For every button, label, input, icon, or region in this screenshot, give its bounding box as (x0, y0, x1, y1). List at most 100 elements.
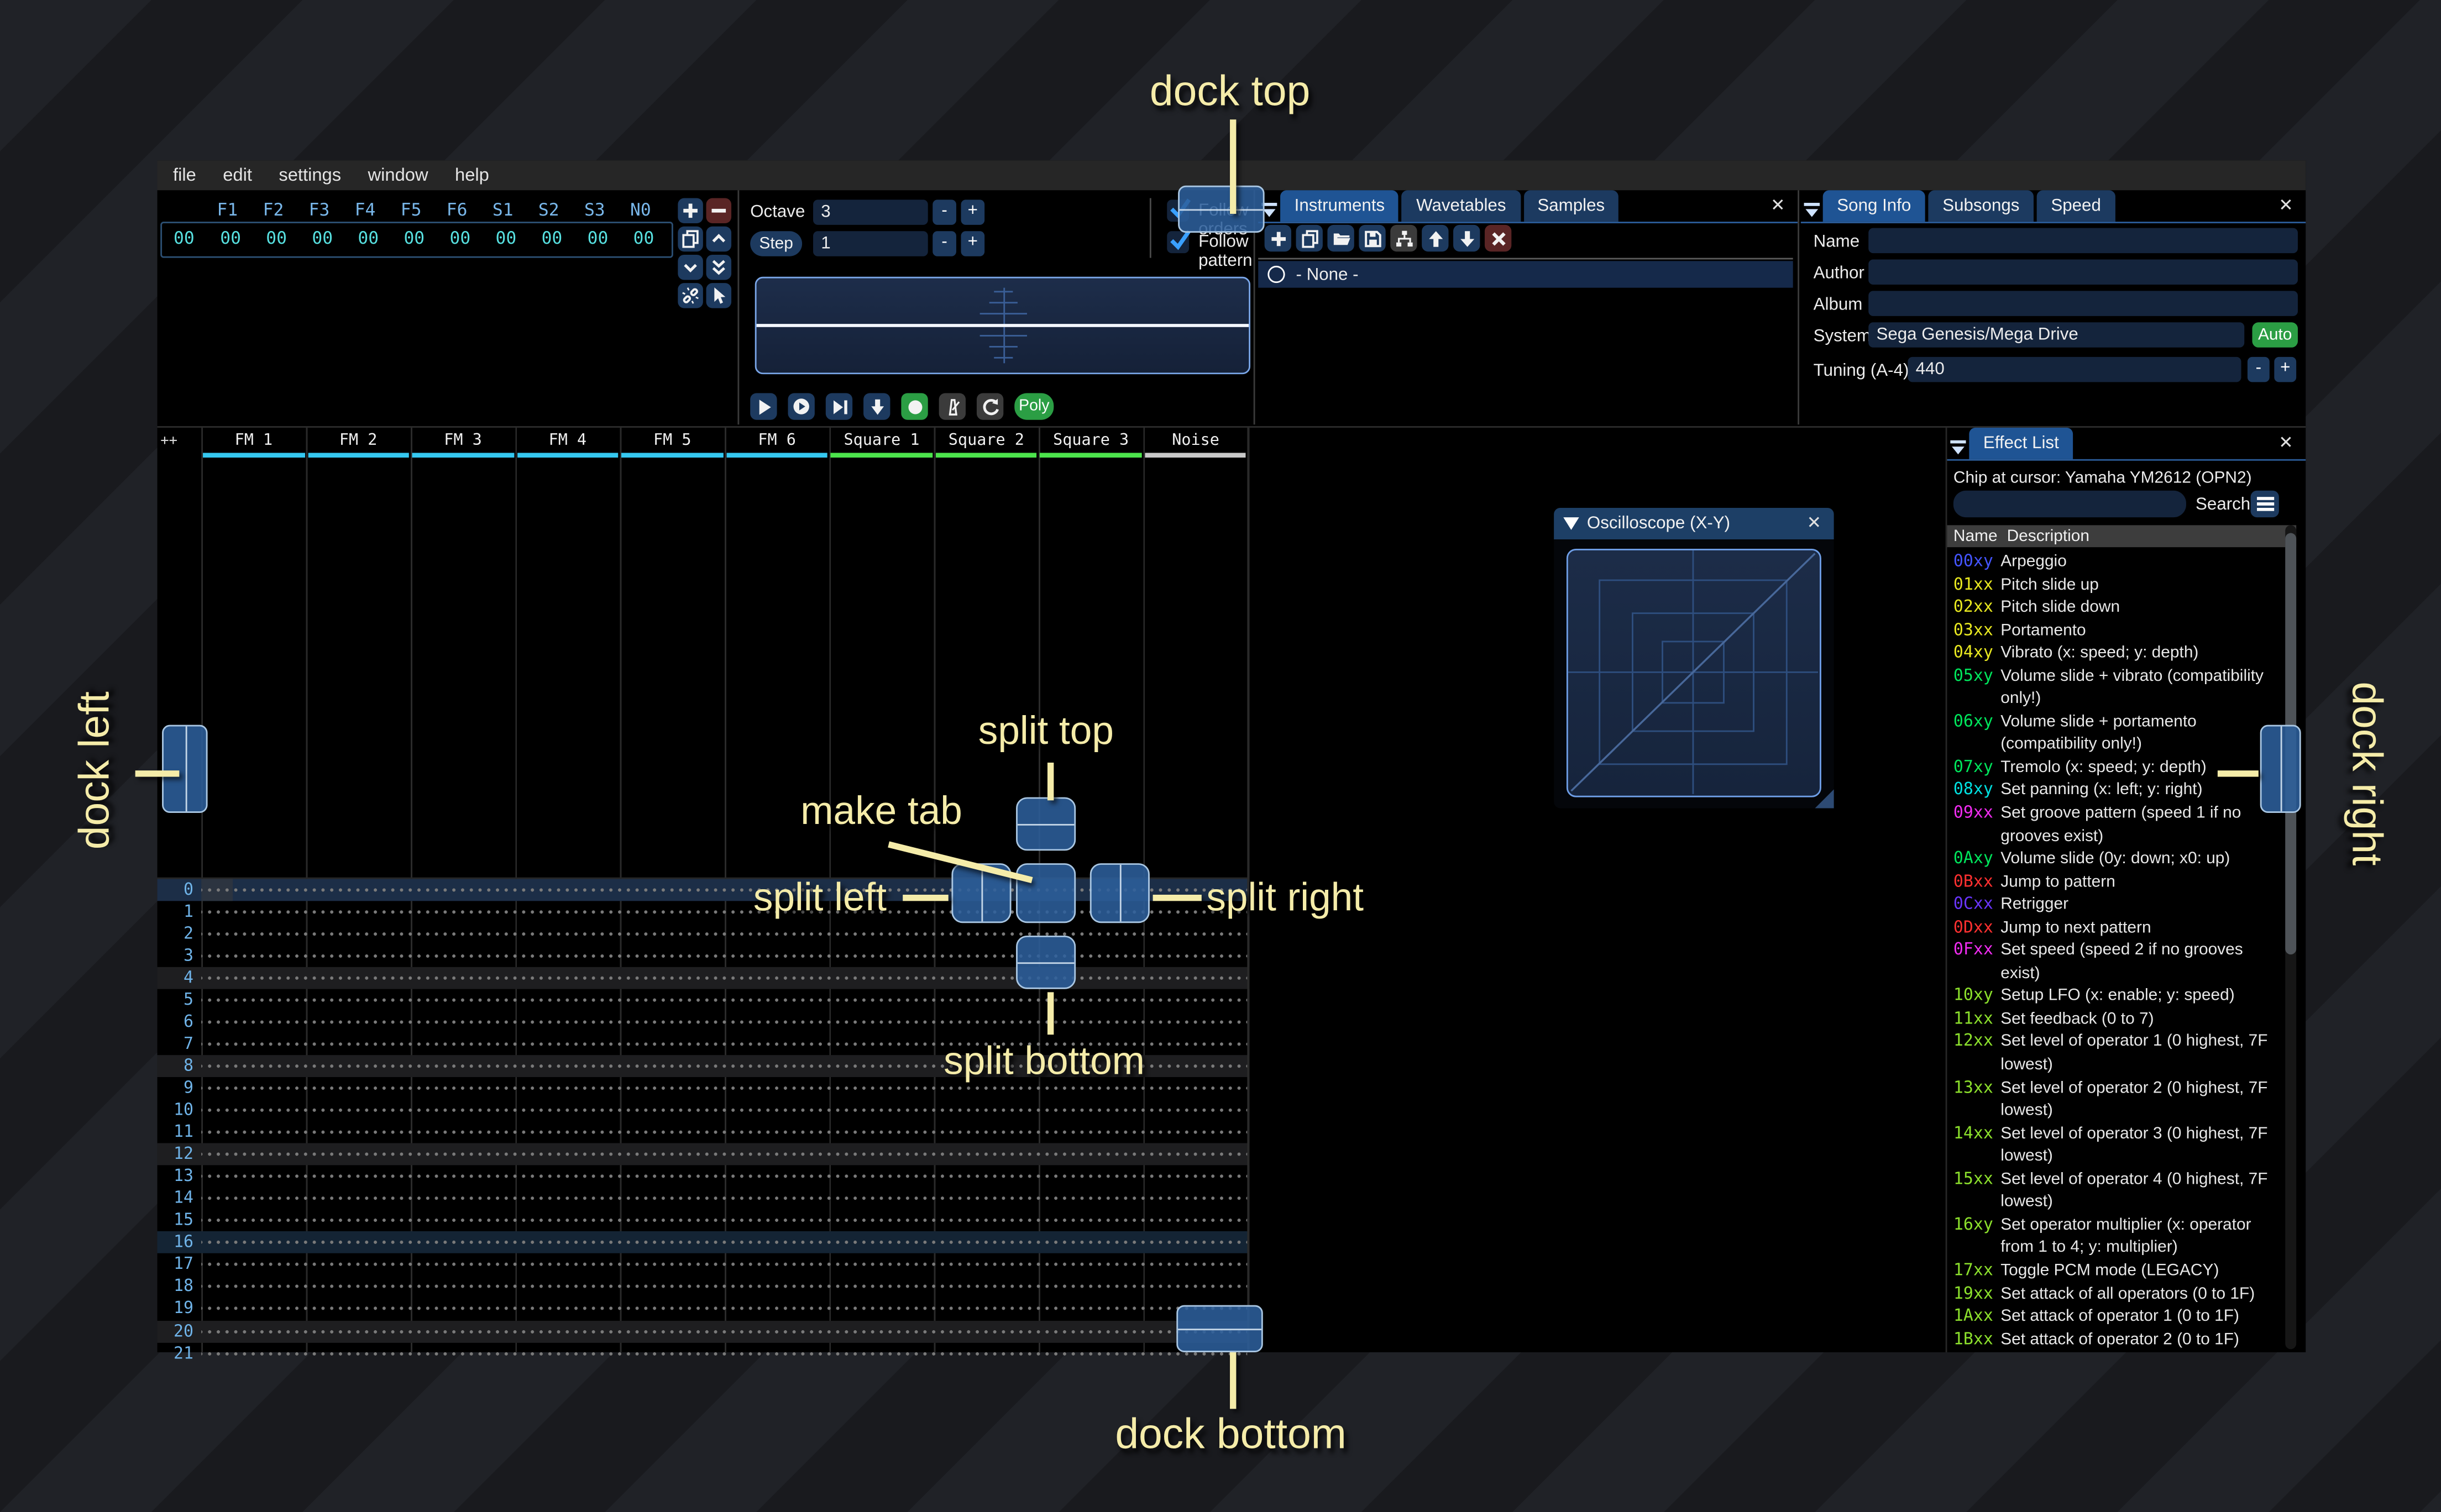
order-column-F5[interactable]: F5 (388, 200, 434, 220)
instrument-list-item[interactable]: - None - (1258, 261, 1793, 288)
channel-header-fm-1[interactable]: FM 1 (201, 428, 306, 461)
close-icon[interactable]: ✕ (2278, 432, 2293, 453)
channel-header-fm-2[interactable]: FM 2 (306, 428, 411, 461)
effect-row-0Axy[interactable]: 0Axy Volume slide (0y: down; x0: up) (1947, 848, 2282, 870)
effect-row-09xx[interactable]: 09xx Set groove pattern (speed 1 if no g… (1947, 802, 2282, 848)
auto-system-button[interactable]: Auto (2252, 322, 2298, 348)
empty-note-cells[interactable] (201, 1209, 1248, 1232)
empty-note-cells[interactable] (201, 1010, 1248, 1033)
tab-samples[interactable]: Samples (1523, 190, 1619, 222)
step-plus-button[interactable]: + (961, 231, 985, 256)
menu-item-help[interactable]: help (455, 166, 489, 185)
pattern-row-6[interactable]: 6 (158, 1010, 1249, 1033)
octave-input[interactable]: 3 (813, 200, 928, 225)
menu-item-edit[interactable]: edit (223, 166, 252, 185)
chevron-down-button[interactable] (678, 254, 703, 280)
order-column-S3[interactable]: S3 (572, 200, 617, 220)
copy-button[interactable] (678, 226, 703, 252)
effect-row-14xx[interactable]: 14xx Set level of operator 3 (0 highest,… (1947, 1122, 2282, 1168)
effect-row-1Cxx[interactable]: 1Cxx Set attack of operator 3 (0 to 1F) (1947, 1351, 2282, 1352)
empty-note-cells[interactable] (201, 1231, 1248, 1254)
oscilloscope-xy-titlebar[interactable]: Oscilloscope (X-Y) ✕ (1554, 508, 1834, 539)
effect-row-0Fxx[interactable]: 0Fxx Set speed (speed 2 if no grooves ex… (1947, 939, 2282, 985)
unlink-button[interactable] (678, 283, 703, 308)
name-field[interactable] (1868, 228, 2298, 254)
pattern-row-18[interactable]: 18 (158, 1275, 1249, 1298)
cursor-button[interactable] (706, 283, 732, 308)
octave-minus-button[interactable]: - (933, 200, 956, 225)
arrow-down-button[interactable] (1453, 224, 1480, 252)
split-bottom-button[interactable] (1016, 935, 1076, 989)
pattern-row-14[interactable]: 14 (158, 1187, 1249, 1210)
effect-row-05xy[interactable]: 05xy Volume slide + vibrato (compatibili… (1947, 665, 2282, 711)
octave-plus-button[interactable]: + (961, 200, 985, 225)
play-button[interactable] (750, 393, 777, 420)
resize-grip[interactable] (1815, 789, 1834, 809)
effect-row-16xy[interactable]: 16xy Set operator multiplier (x: operato… (1947, 1214, 2282, 1259)
empty-note-cells[interactable] (201, 1165, 1248, 1188)
pattern-row-19[interactable]: 19 (158, 1298, 1249, 1320)
pattern-row-15[interactable]: 15 (158, 1209, 1249, 1232)
album-field[interactable] (1868, 291, 2298, 316)
save-button[interactable] (1359, 224, 1386, 252)
tuning-plus-button[interactable]: + (2274, 356, 2297, 382)
pattern-row-0[interactable]: 0 (157, 878, 1249, 901)
dock-top-button[interactable] (1178, 185, 1265, 233)
pattern-row-2[interactable]: 2 (158, 922, 1249, 945)
pattern-row-20[interactable]: 20 (157, 1320, 1249, 1342)
order-column-F1[interactable]: F1 (205, 200, 250, 220)
pattern-row-12[interactable]: 12 (157, 1143, 1249, 1166)
order-cell[interactable]: 00 (529, 228, 575, 249)
scrollbar[interactable] (2285, 525, 2297, 1350)
pattern-row-5[interactable]: 5 (158, 988, 1249, 1011)
effect-row-04xy[interactable]: 04xy Vibrato (x: speed; y: depth) (1947, 642, 2282, 664)
channel-header-square-2[interactable]: Square 2 (934, 428, 1039, 461)
follow-pattern-checkbox[interactable] (1167, 230, 1191, 254)
search-input[interactable] (1953, 490, 2186, 518)
tuning-minus-button[interactable]: - (2247, 356, 2270, 382)
effect-row-19xx[interactable]: 19xx Set attack of all operators (0 to 1… (1947, 1282, 2282, 1305)
plus-button[interactable] (678, 198, 703, 224)
effect-row-11xx[interactable]: 11xx Set feedback (0 to 7) (1947, 1008, 2282, 1031)
effect-row-01xx[interactable]: 01xx Pitch slide up (1947, 573, 2282, 596)
effect-row-0Cxx[interactable]: 0Cxx Retrigger (1947, 894, 2282, 916)
close-icon[interactable]: ✕ (2278, 195, 2293, 216)
folder-open-button[interactable] (1327, 224, 1354, 252)
empty-note-cells[interactable] (201, 988, 1248, 1011)
order-column-S1[interactable]: S1 (480, 200, 526, 220)
channel-header-noise[interactable]: Noise (1143, 428, 1248, 461)
step-down-button[interactable] (863, 393, 891, 420)
tab-speed[interactable]: Speed (2036, 190, 2115, 222)
pattern-row-4[interactable]: 4 (157, 966, 1249, 989)
system-select[interactable]: Sega Genesis/Mega Drive (1868, 322, 2245, 348)
effect-row-00xy[interactable]: 00xy Arpeggio (1947, 550, 2282, 573)
effect-row-02xx[interactable]: 02xx Pitch slide down (1947, 596, 2282, 619)
order-cell[interactable]: 00 (621, 228, 667, 249)
effect-row-1Bxx[interactable]: 1Bxx Set attack of operator 2 (0 to 1F) (1947, 1328, 2282, 1351)
order-cell[interactable]: 00 (437, 228, 483, 249)
effect-row-1Axx[interactable]: 1Axx Set attack of operator 1 (0 to 1F) (1947, 1305, 2282, 1328)
order-cell[interactable]: 00 (345, 228, 391, 249)
tab-effect-list[interactable]: Effect List (1969, 427, 2073, 459)
order-column-S2[interactable]: S2 (526, 200, 572, 220)
divider[interactable] (1798, 190, 1800, 425)
divider[interactable] (737, 190, 740, 425)
order-column-F2[interactable]: F2 (250, 200, 296, 220)
pattern-row-21[interactable]: 21 (158, 1342, 1249, 1364)
channel-header-fm-4[interactable]: FM 4 (515, 428, 620, 461)
tab-instruments[interactable]: Instruments (1280, 190, 1399, 222)
play-row-button[interactable] (825, 393, 853, 420)
pattern-row-16[interactable]: 16 (157, 1231, 1249, 1254)
dock-bottom-button[interactable] (1176, 1305, 1263, 1352)
play-circle-button[interactable] (788, 393, 815, 420)
tab-song-info[interactable]: Song Info (1822, 190, 1925, 222)
author-field[interactable] (1868, 259, 2298, 285)
empty-note-cells[interactable] (201, 922, 1248, 945)
order-cell[interactable]: 00 (391, 228, 437, 249)
minus-button[interactable] (706, 198, 732, 224)
order-cell[interactable]: 00 (208, 228, 254, 249)
empty-note-cells[interactable] (201, 1121, 1248, 1143)
empty-note-cells[interactable] (201, 1187, 1248, 1210)
channel-header-fm-5[interactable]: FM 5 (620, 428, 725, 461)
order-cell[interactable]: 00 (300, 228, 345, 249)
